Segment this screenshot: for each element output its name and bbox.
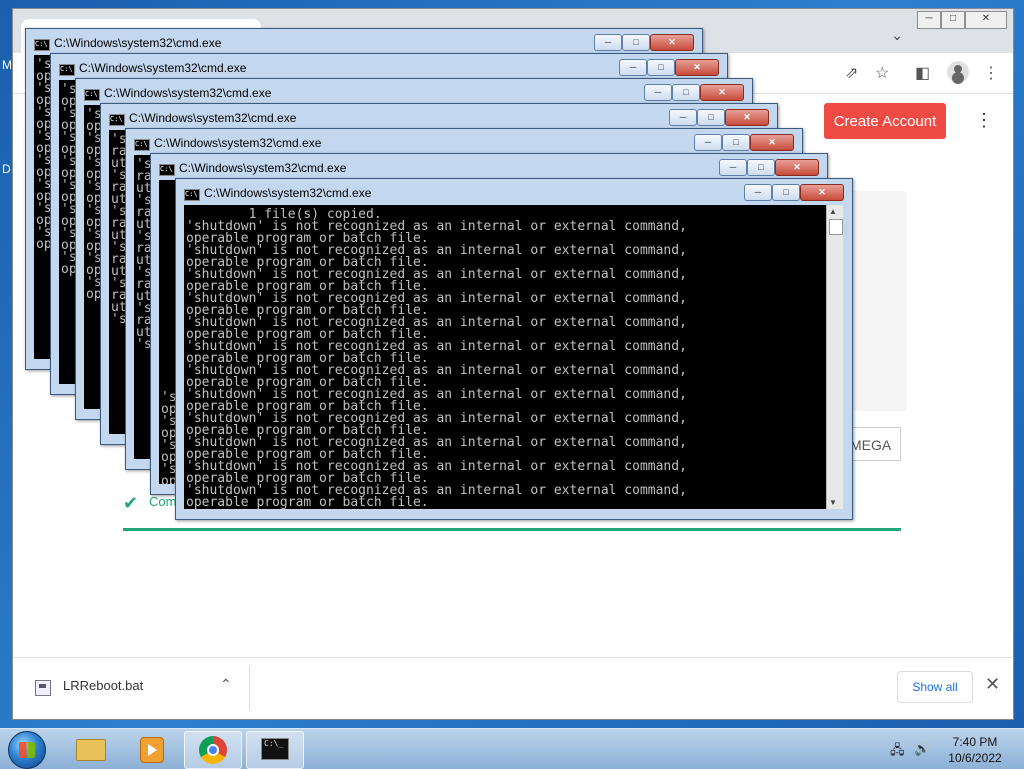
bat-file-icon: [35, 680, 51, 696]
chevron-up-icon[interactable]: ⌃: [220, 676, 232, 693]
page-menu-icon[interactable]: ⋮: [975, 111, 993, 129]
cmd-icon: C:\: [59, 64, 75, 76]
cmd-window-title: C:\Windows\system32\cmd.exe: [104, 86, 272, 100]
cmd-output[interactable]: 1 file(s) copied. 'shutdown' is not reco…: [184, 205, 826, 509]
minimize-button[interactable]: ─: [744, 184, 772, 201]
complete-status-text: Com: [149, 494, 177, 509]
minimize-button[interactable]: ─: [644, 84, 672, 101]
minimize-button[interactable]: ─: [917, 11, 941, 29]
minimize-button[interactable]: ─: [669, 109, 697, 126]
chrome-menu-icon[interactable]: ⋮: [983, 63, 999, 83]
scroll-down-icon[interactable]: ▼: [829, 498, 837, 507]
side-panel-icon[interactable]: ◧: [915, 63, 930, 83]
close-button[interactable]: ✕: [965, 11, 1007, 29]
minimize-button[interactable]: ─: [719, 159, 747, 176]
folder-icon: [76, 739, 106, 761]
chrome-icon: [199, 736, 227, 764]
maximize-button[interactable]: □: [622, 34, 650, 51]
taskbar-explorer[interactable]: [62, 731, 118, 767]
desktop-fragment: D: [2, 162, 11, 176]
cmd-window-title: C:\Windows\system32\cmd.exe: [54, 36, 222, 50]
system-clock[interactable]: 7:40 PM 10/6/2022: [940, 734, 1010, 766]
cmd-icon: C:\: [184, 189, 200, 201]
minimize-button[interactable]: ─: [619, 59, 647, 76]
close-button[interactable]: ✕: [800, 184, 844, 201]
scroll-up-icon[interactable]: ▲: [829, 207, 837, 216]
start-button[interactable]: [8, 731, 46, 769]
share-icon[interactable]: ⇗: [845, 63, 858, 83]
progress-bar: [123, 528, 901, 531]
cmd-window-title: C:\Windows\system32\cmd.exe: [179, 161, 347, 175]
cmd-icon: C:\: [109, 114, 125, 126]
maximize-button[interactable]: □: [672, 84, 700, 101]
cmd-icon: C:\: [134, 139, 150, 151]
close-button[interactable]: ✕: [750, 134, 794, 151]
cmd-window-active[interactable]: C:\ C:\Windows\system32\cmd.exe ─ □ ✕ 1 …: [175, 178, 853, 520]
close-button[interactable]: ✕: [725, 109, 769, 126]
check-icon: ✔: [123, 493, 139, 513]
close-shelf-icon[interactable]: ✕: [985, 674, 1000, 695]
close-button[interactable]: ✕: [700, 84, 744, 101]
clock-date: 10/6/2022: [948, 751, 1002, 765]
cmd-window-title: C:\Windows\system32\cmd.exe: [204, 186, 372, 200]
maximize-button[interactable]: □: [722, 134, 750, 151]
cmd-icon: C:\: [159, 164, 175, 176]
media-player-icon: [140, 737, 164, 763]
maximize-button[interactable]: □: [747, 159, 775, 176]
vertical-scrollbar[interactable]: ▲ ▼: [826, 205, 843, 509]
cmd-icon: C:\_: [261, 738, 289, 760]
maximize-button[interactable]: □: [941, 11, 965, 29]
close-button[interactable]: ✕: [775, 159, 819, 176]
create-account-button[interactable]: Create Account: [824, 103, 946, 139]
show-all-button[interactable]: Show all: [897, 671, 973, 703]
scroll-thumb[interactable]: [829, 219, 843, 235]
bookmark-star-icon[interactable]: ☆: [875, 63, 889, 83]
cmd-icon: C:\: [34, 39, 50, 51]
profile-avatar[interactable]: [947, 61, 969, 83]
taskbar-media-player[interactable]: [122, 731, 178, 767]
taskbar: C:\_ 🖧 🔊 7:40 PM 10/6/2022: [0, 728, 1024, 769]
maximize-button[interactable]: □: [647, 59, 675, 76]
download-shelf: LRReboot.bat ⌃ Show all ✕: [13, 657, 1013, 718]
tab-search-icon[interactable]: ⌄: [891, 27, 903, 44]
desktop-fragment: M: [2, 58, 12, 72]
minimize-button[interactable]: ─: [694, 134, 722, 151]
taskbar-chrome[interactable]: [184, 731, 242, 769]
volume-icon[interactable]: 🔊: [914, 741, 930, 757]
divider: [249, 666, 250, 710]
cmd-window-title: C:\Windows\system32\cmd.exe: [129, 111, 297, 125]
maximize-button[interactable]: □: [697, 109, 725, 126]
close-button[interactable]: ✕: [650, 34, 694, 51]
minimize-button[interactable]: ─: [594, 34, 622, 51]
cmd-window-title: C:\Windows\system32\cmd.exe: [154, 136, 322, 150]
download-file-name[interactable]: LRReboot.bat: [63, 678, 143, 693]
clock-time: 7:40 PM: [952, 735, 998, 749]
taskbar-cmd[interactable]: C:\_: [246, 731, 304, 769]
cmd-window-title: C:\Windows\system32\cmd.exe: [79, 61, 247, 75]
cmd-icon: C:\: [84, 89, 100, 101]
network-icon[interactable]: 🖧: [890, 741, 905, 763]
maximize-button[interactable]: □: [772, 184, 800, 201]
close-button[interactable]: ✕: [675, 59, 719, 76]
